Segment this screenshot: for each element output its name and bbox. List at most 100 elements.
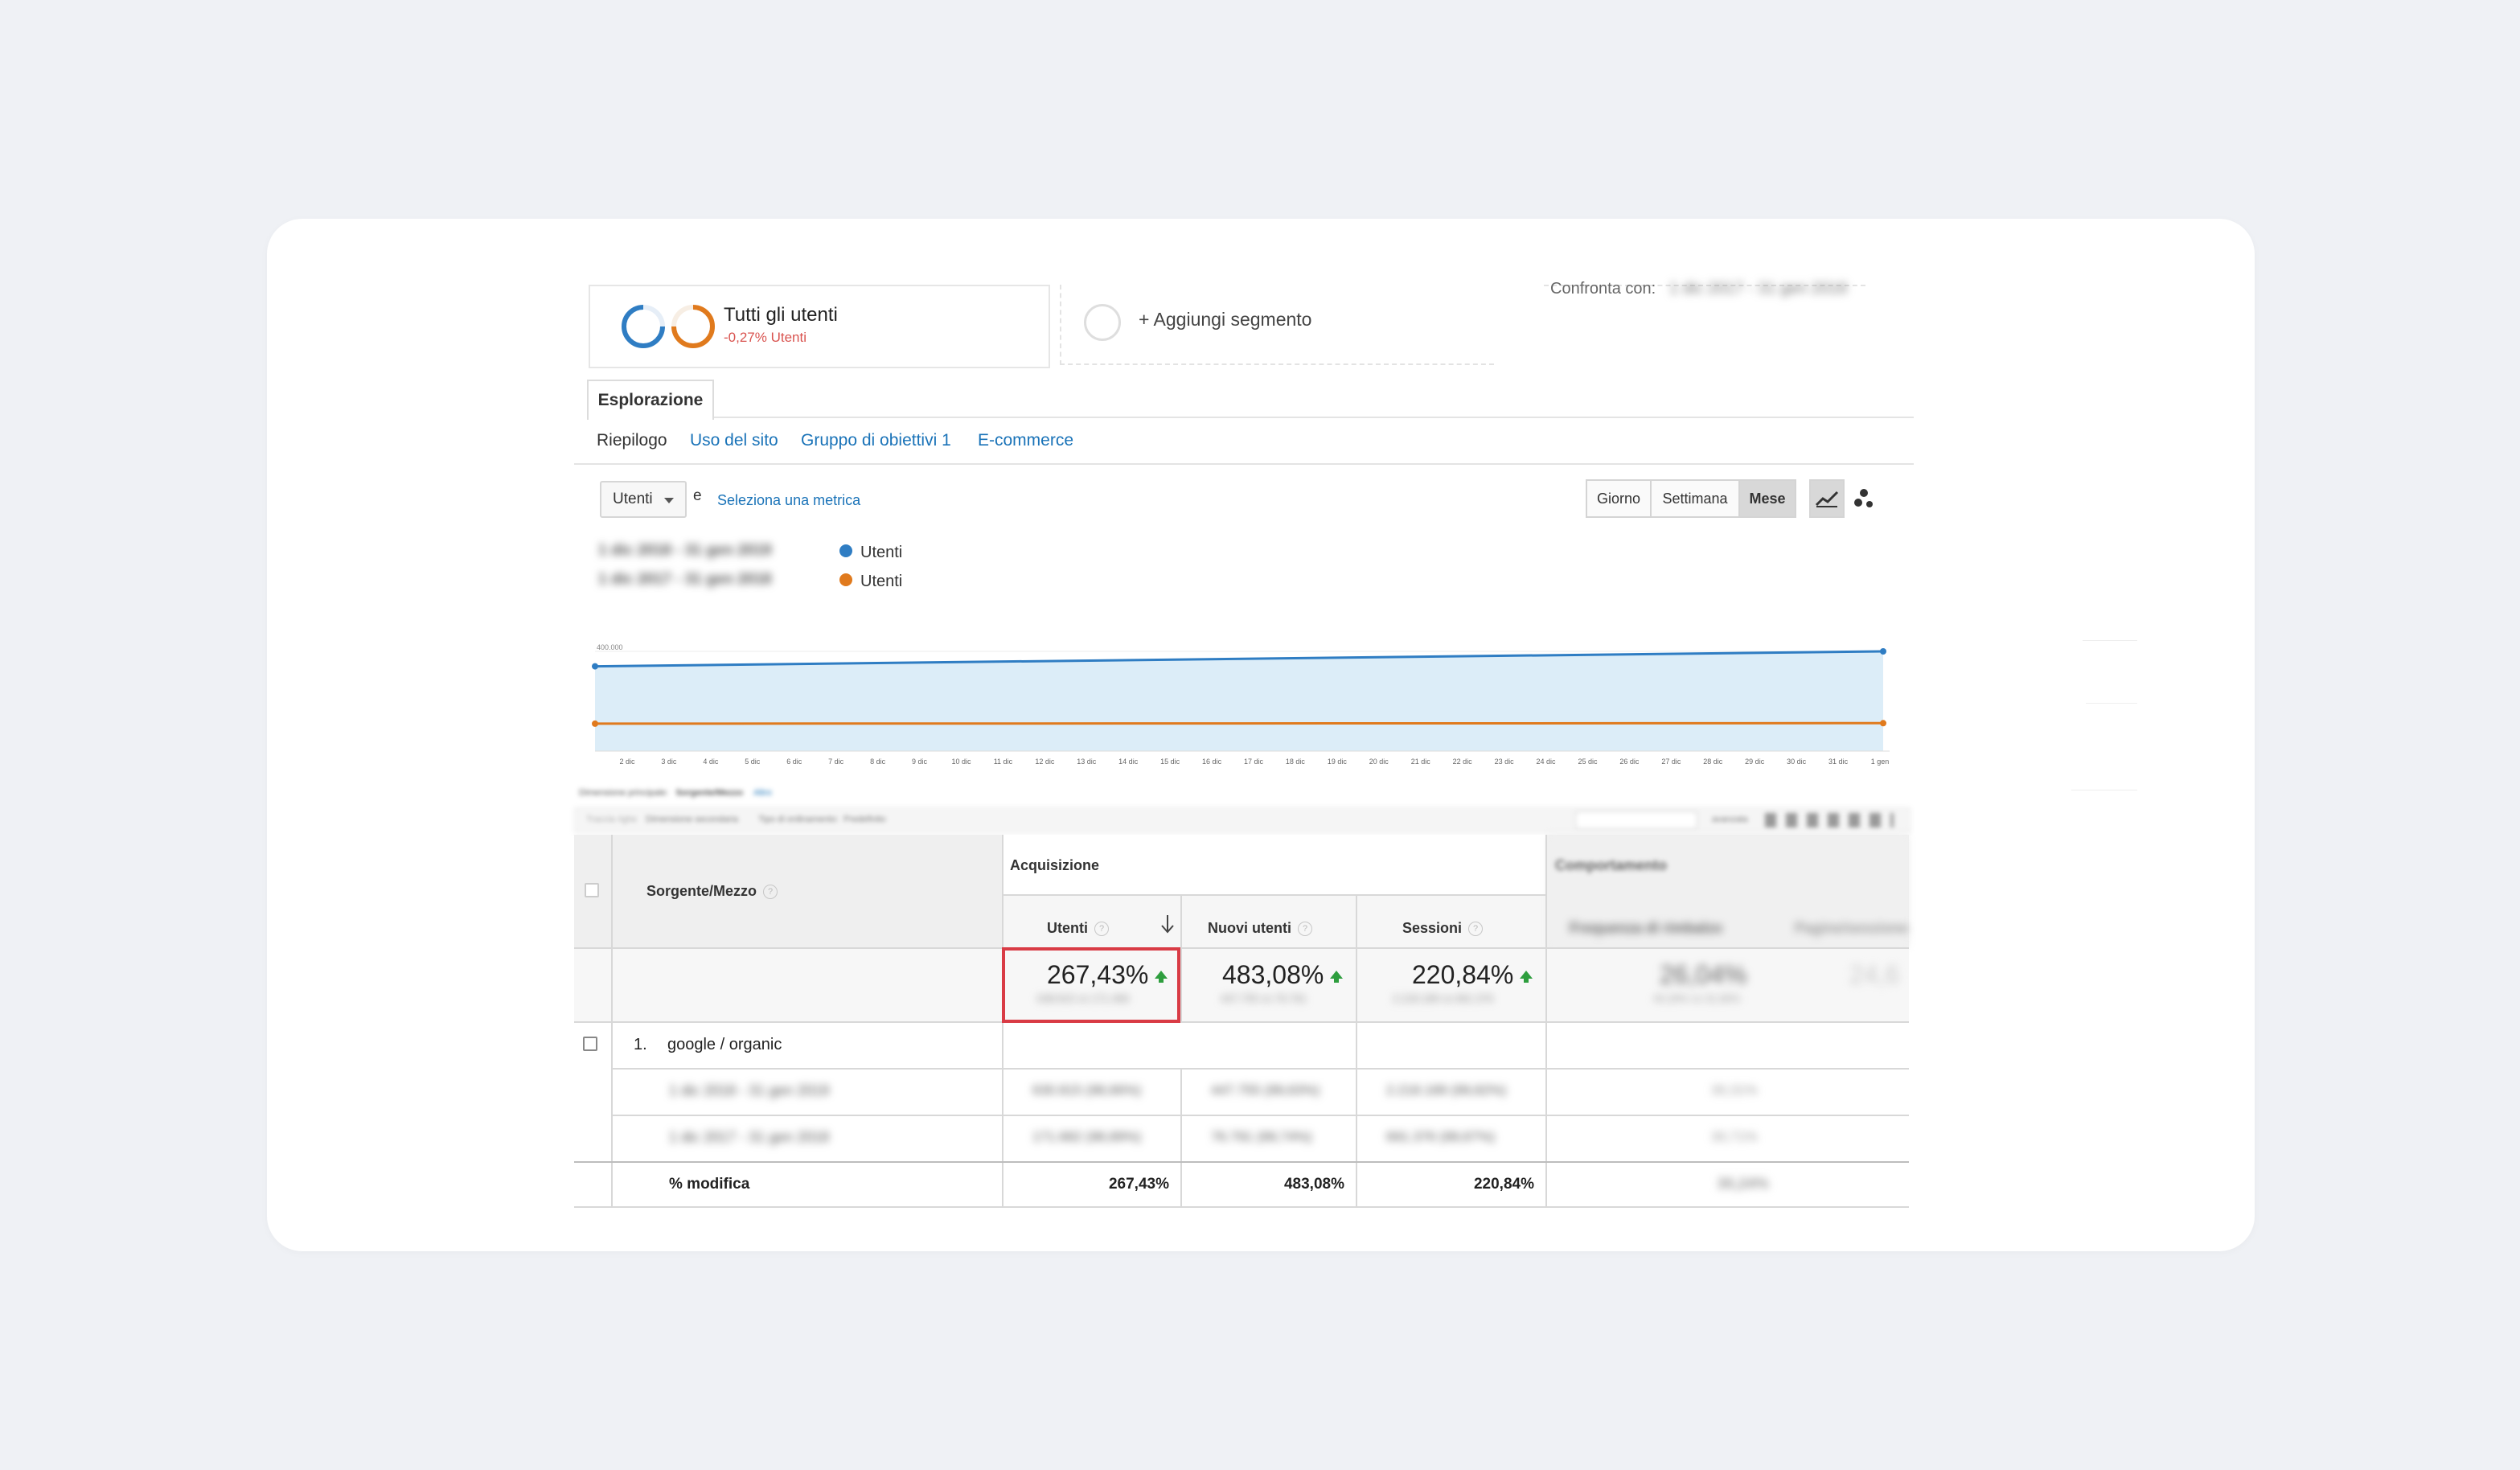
up-arrow-icon [1520, 971, 1533, 983]
summary-top-line [574, 947, 1909, 949]
summary-bounce-rate-sub: 40,29% vs 31,96% [1653, 992, 1741, 1004]
legend-label-2: Utenti [860, 573, 903, 590]
subtab-uso-del-sito[interactable]: Uso del sito [690, 431, 778, 450]
x-tick-label: 5 dic [745, 758, 761, 766]
users-col-label: Utenti [1047, 920, 1088, 936]
legend-item-2: Utenti [839, 573, 902, 591]
row-range-1: 1 dic 2018 - 31 gen 2019 [669, 1082, 830, 1098]
series-line-2 [594, 721, 1884, 725]
settimana-button[interactable]: Settimana [1652, 479, 1740, 518]
row1-users: 630.815 (98,66%) [1032, 1082, 1142, 1098]
compare-label: Confronta con: [1550, 280, 1656, 298]
legend-range-2: 1 dic 2017 - 31 gen 2018 [598, 571, 772, 588]
x-tick-label: 16 dic [1202, 758, 1222, 766]
table-bottom-line [574, 1206, 1909, 1208]
behavior-group-header: Comportamento [1555, 857, 1667, 873]
legend-dot-orange-icon [839, 573, 852, 586]
new-users-col-label: Nuovi utenti [1208, 920, 1291, 936]
subtab-divider [574, 463, 1914, 465]
x-tick-label: 25 dic [1578, 758, 1598, 766]
new-users-col-header[interactable]: Nuovi utenti? [1208, 920, 1312, 937]
row2-new-users: 76.791 (99,74%) [1211, 1129, 1312, 1144]
secondary-dimension-select[interactable]: Dimensione secondaria [646, 815, 738, 824]
tab-esplorazione[interactable]: Esplorazione [587, 380, 714, 420]
row-line-3 [574, 1161, 1909, 1163]
line-chart-button[interactable] [1809, 479, 1845, 518]
x-tick-label: 27 dic [1661, 758, 1681, 766]
advanced-filter-link[interactable]: avanzata [1712, 815, 1748, 824]
users-col-header[interactable]: Utenti? [1047, 920, 1109, 937]
summary-bottom-line [574, 1021, 1909, 1023]
plot-rows-button[interactable]: Traccia righe [586, 815, 637, 824]
legend-item-1: Utenti [839, 544, 902, 562]
select-metric-link[interactable]: Seleziona una metrica [717, 492, 860, 509]
change-label: % modifica [669, 1176, 750, 1193]
segment-all-users[interactable]: Tutti gli utenti -0,27% Utenti [589, 285, 1050, 368]
mese-button[interactable]: Mese [1740, 479, 1796, 518]
help-icon[interactable]: ? [1298, 922, 1312, 937]
summary-sessions-sub: 2.218.189 vs 691.376 [1393, 992, 1494, 1004]
other-dimension-link[interactable]: Altro [753, 788, 772, 798]
row2-bounce: 30,71% [1711, 1129, 1758, 1144]
pages-session-col-header[interactable]: Pagine/sessione [1795, 920, 1908, 937]
add-segment-box[interactable]: + Aggiungi segmento [1060, 285, 1494, 365]
row-line-1 [611, 1068, 1909, 1070]
select-all-checkbox[interactable] [585, 883, 599, 897]
subtab-riepilogo[interactable]: Riepilogo [597, 431, 667, 450]
table-view-icons[interactable] [1765, 813, 1894, 827]
summary-pages-session: 24,6 [1849, 960, 1900, 989]
x-tick-label: 1 gen [1871, 758, 1890, 766]
metric-select-value: Utenti [613, 491, 653, 507]
x-tick-label: 24 dic [1537, 758, 1557, 766]
bounce-rate-col-header[interactable]: Frequenza di rimbalzo [1570, 920, 1722, 937]
users-line-chart: 400.000200.0002 dic3 dic4 dic5 dic6 dic7… [592, 643, 1890, 766]
line-chart-icon [1815, 491, 1839, 507]
motion-chart-button[interactable] [1846, 479, 1882, 518]
row-checkbox[interactable] [583, 1037, 597, 1051]
x-tick-label: 23 dic [1495, 758, 1515, 766]
table-toolbar: Traccia righe Dimensione secondaria Tipo… [574, 807, 1911, 833]
motion-chart-icon [1854, 489, 1873, 507]
x-tick-label: 4 dic [703, 758, 719, 766]
change-new-users: 483,08% [1283, 1176, 1344, 1193]
x-tick-label: 15 dic [1160, 758, 1180, 766]
x-tick-label: 29 dic [1745, 758, 1765, 766]
giorno-button[interactable]: Giorno [1586, 479, 1652, 518]
x-tick-label: 9 dic [912, 758, 928, 766]
legend-label-1: Utenti [860, 544, 903, 561]
dimension-header-label: Sorgente/Mezzo [646, 883, 757, 899]
granularity-buttons: Giorno Settimana Mese [1586, 479, 1796, 518]
x-tick-label: 6 dic [786, 758, 802, 766]
sessions-col-label: Sessioni [1402, 920, 1463, 936]
x-tick-label: 13 dic [1077, 758, 1097, 766]
compare-range[interactable]: 1 dic 2017 - 31 gen 2018 [1669, 280, 1847, 298]
change-sessions: 220,84% [1473, 1176, 1534, 1193]
legend-dot-blue-icon [839, 544, 852, 557]
help-icon[interactable]: ? [1468, 922, 1484, 937]
sort-type-select[interactable]: Predefinito [843, 815, 886, 824]
dimension-header[interactable]: Sorgente/Mezzo? [646, 883, 778, 900]
segment-donut-icon [622, 305, 715, 348]
x-tick-label: 8 dic [870, 758, 886, 766]
change-users: 267,43% [1108, 1176, 1169, 1193]
table-search-input[interactable] [1575, 811, 1697, 829]
primary-dimension-value[interactable]: Sorgente/Mezzo [675, 788, 743, 798]
x-tick-label: 22 dic [1453, 758, 1473, 766]
row-line-2 [611, 1115, 1909, 1116]
help-icon[interactable]: ? [1094, 922, 1109, 937]
sort-desc-arrow-icon[interactable] [1159, 914, 1176, 936]
primary-dimension-label: Dimensione principale: [579, 788, 669, 798]
decor-line [2083, 640, 2137, 641]
sessions-col-header[interactable]: Sessioni? [1402, 920, 1484, 937]
metric-select[interactable]: Utenti [600, 481, 687, 518]
up-arrow-icon [1330, 971, 1344, 983]
summary-new-users: 483,08% [1222, 960, 1344, 990]
series-point-1-start [592, 663, 598, 670]
row-source-label[interactable]: google / organic [667, 1036, 782, 1054]
row-index: 1. [634, 1036, 647, 1053]
help-icon[interactable]: ? [763, 885, 778, 900]
subtab-gruppo-obiettivi[interactable]: Gruppo di obiettivi 1 [801, 431, 951, 450]
subtab-ecommerce[interactable]: E-commerce [978, 431, 1073, 450]
highlight-users-box [1002, 947, 1180, 1023]
col-line-users [1180, 894, 1182, 1021]
